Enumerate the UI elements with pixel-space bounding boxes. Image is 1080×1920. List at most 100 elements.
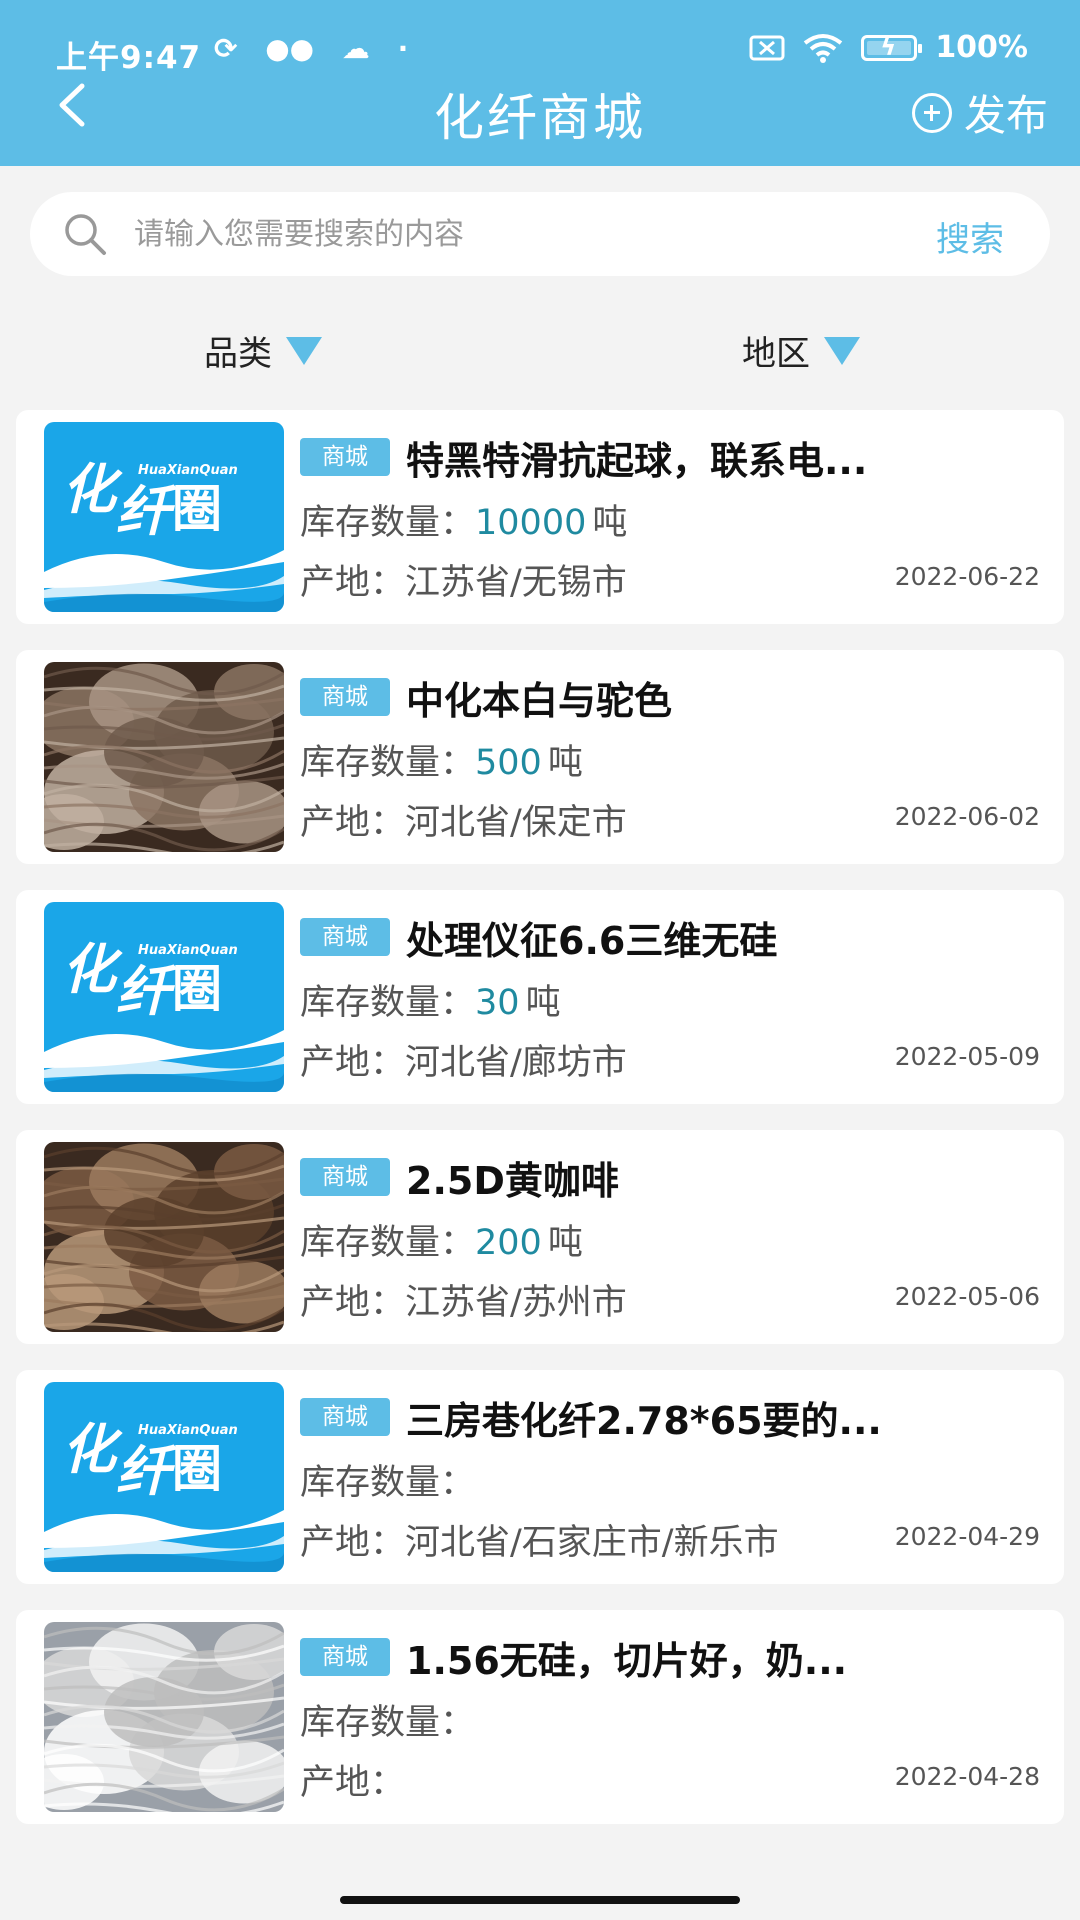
svg-text:HuaXianQuan: HuaXianQuan [138, 1423, 238, 1438]
svg-text:HuaXianQuan: HuaXianQuan [138, 943, 238, 958]
product-title: 特黑特滑抗起球，联系电... [406, 439, 868, 483]
product-stock: 库存数量：200 吨 [300, 1214, 583, 1265]
svg-text:纤: 纤 [116, 960, 178, 1023]
product-title: 中化本白与驼色 [406, 679, 673, 723]
stock-label: 库存数量： [300, 1703, 476, 1743]
origin-label: 产地： [300, 1283, 406, 1323]
publish-button[interactable]: 发布 [911, 82, 1048, 143]
product-date: 2022-04-28 [894, 1762, 1040, 1791]
product-date: 2022-05-06 [894, 1282, 1040, 1311]
svg-text:纤: 纤 [116, 480, 178, 543]
product-photo [44, 1622, 284, 1812]
plus-circle-icon [911, 92, 952, 133]
product-tag-badge: 商城 [300, 438, 390, 476]
product-tag-badge: 商城 [300, 1398, 390, 1436]
dot-icon: · [397, 32, 409, 65]
product-origin: 产地： [300, 1754, 405, 1805]
product-origin: 产地：江苏省/苏州市 [300, 1274, 627, 1325]
svg-text:圈: 圈 [172, 1440, 222, 1498]
product-date: 2022-04-29 [894, 1522, 1040, 1551]
search-button[interactable]: 搜索 [936, 212, 1004, 261]
status-notification-icons: ⟳ ●● ☁ · [214, 32, 426, 65]
product-card[interactable]: 商城 中化本白与驼色库存数量：500 吨产地：河北省/保定市 2022-06-02 [16, 650, 1064, 864]
stock-value: 30 [475, 983, 520, 1023]
product-card[interactable]: 商城 2.5D黄咖啡 库存数量：200 吨产地：江苏省/苏州市 2022-05-06 [16, 1130, 1064, 1344]
product-title: 2.5D黄咖啡 [406, 1159, 619, 1203]
product-title: 三房巷化纤2.78*65要的... [406, 1399, 882, 1443]
status-right-group: ϟ 100% [749, 30, 1028, 65]
status-time: 上午9:47 [56, 40, 202, 76]
product-stock: 库存数量： [300, 1454, 481, 1505]
product-card[interactable]: 化 纤 圈 HuaXianQuan 商城 特黑特滑抗起球，联系电... 库存数量：1… [16, 410, 1064, 624]
product-image [44, 1142, 284, 1332]
home-indicator[interactable] [340, 1896, 740, 1904]
product-tag-badge: 商城 [300, 678, 390, 716]
brand-logo-image: 化 纤 圈 HuaXianQuan [44, 1382, 284, 1572]
svg-text:化: 化 [62, 1418, 123, 1481]
stock-unit: 吨 [547, 1223, 583, 1263]
product-stock: 库存数量： [300, 1694, 481, 1745]
product-tag-badge: 商城 [300, 1638, 390, 1676]
publish-label: 发布 [963, 91, 1048, 140]
battery-percent: 100% [935, 30, 1028, 65]
category-filter-label: 品类 [204, 334, 272, 374]
svg-text:化: 化 [62, 458, 123, 521]
category-filter[interactable]: 品类 [204, 326, 322, 375]
stock-unit: 吨 [592, 503, 628, 543]
svg-text:纤: 纤 [116, 1440, 178, 1503]
product-card[interactable]: 化 纤 圈 HuaXianQuan 商城 三房巷化纤2.78*65要的... 库存数… [16, 1370, 1064, 1584]
product-origin: 产地：河北省/石家庄市/新乐市 [300, 1514, 779, 1565]
product-origin: 产地：江苏省/无锡市 [300, 554, 627, 605]
origin-label: 产地： [300, 803, 406, 843]
product-origin: 产地：河北省/廊坊市 [300, 1034, 627, 1085]
region-filter[interactable]: 地区 [742, 326, 860, 375]
product-image [44, 1622, 284, 1812]
product-card[interactable]: 化 纤 圈 HuaXianQuan 商城 处理仪征6.6三维无硅库存数量：30 吨产… [16, 890, 1064, 1104]
origin-value: 河北省/石家庄市/新乐市 [405, 1523, 779, 1563]
sim-icon [749, 35, 785, 60]
dropdown-triangle-icon [286, 336, 322, 365]
wifi-icon [804, 33, 843, 63]
stock-label: 库存数量： [300, 1463, 476, 1503]
search-bar: 搜索 [30, 192, 1050, 276]
filter-bar: 品类 地区 [0, 316, 1080, 386]
svg-text:圈: 圈 [172, 480, 222, 538]
origin-value: 河北省/廊坊市 [405, 1043, 627, 1083]
product-date: 2022-06-22 [894, 562, 1040, 591]
stock-value: 10000 [475, 503, 587, 543]
region-filter-label: 地区 [742, 334, 810, 374]
cloud-icon: ☁ [341, 32, 370, 65]
search-input[interactable] [134, 216, 894, 252]
origin-label: 产地： [300, 1763, 406, 1803]
brand-logo-image: 化 纤 圈 HuaXianQuan [44, 902, 284, 1092]
svg-text:圈: 圈 [172, 960, 222, 1018]
product-title: 1.56无硅，切片好，奶... [406, 1639, 848, 1683]
product-date: 2022-05-09 [894, 1042, 1040, 1071]
product-photo [44, 1142, 284, 1332]
product-stock: 库存数量：500 吨 [300, 734, 583, 785]
stock-label: 库存数量： [300, 1223, 476, 1263]
stock-value: 200 [475, 1223, 542, 1263]
origin-label: 产地： [300, 563, 406, 603]
product-stock: 库存数量：30 吨 [300, 974, 561, 1025]
status-bar: 上午9:47 ⟳ ●● ☁ · ϟ 100% [0, 26, 1080, 76]
product-title: 处理仪征6.6三维无硅 [406, 919, 778, 963]
stock-label: 库存数量： [300, 503, 476, 543]
svg-text:HuaXianQuan: HuaXianQuan [138, 463, 238, 478]
product-image: 化 纤 圈 HuaXianQuan [44, 902, 284, 1092]
product-image: 化 纤 圈 HuaXianQuan [44, 422, 284, 612]
stock-unit: 吨 [547, 743, 583, 783]
battery-icon: ϟ [861, 33, 923, 61]
product-tag-badge: 商城 [300, 918, 390, 956]
stock-label: 库存数量： [300, 743, 476, 783]
product-stock: 库存数量：10000 吨 [300, 494, 627, 545]
svg-text:化: 化 [62, 938, 123, 1001]
product-image [44, 662, 284, 852]
sync-icon: ⟳ [214, 32, 238, 65]
product-origin: 产地：河北省/保定市 [300, 794, 627, 845]
search-icon [65, 214, 106, 255]
product-card[interactable]: 商城 1.56无硅，切片好，奶... 库存数量： 产地： 2022-04-28 [16, 1610, 1064, 1824]
origin-label: 产地： [300, 1523, 406, 1563]
product-date: 2022-06-02 [894, 802, 1040, 831]
origin-value: 江苏省/无锡市 [405, 563, 627, 603]
